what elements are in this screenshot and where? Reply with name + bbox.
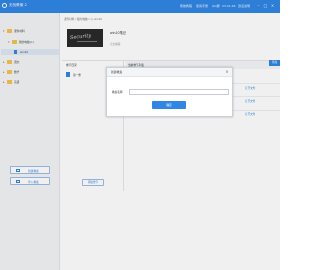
lesson-name-input[interactable] (129, 89, 229, 95)
close-icon[interactable]: × (224, 69, 230, 75)
modal-overlay (0, 0, 280, 270)
dialog-title: 新建教案 (111, 70, 123, 74)
dialog-header: 新建教案 × (107, 68, 232, 77)
confirm-button[interactable]: 确定 (152, 101, 186, 109)
lesson-name-label: 教案名称 (112, 90, 123, 94)
new-lesson-dialog: 新建教案 × 教案名称 确定 (106, 67, 233, 117)
